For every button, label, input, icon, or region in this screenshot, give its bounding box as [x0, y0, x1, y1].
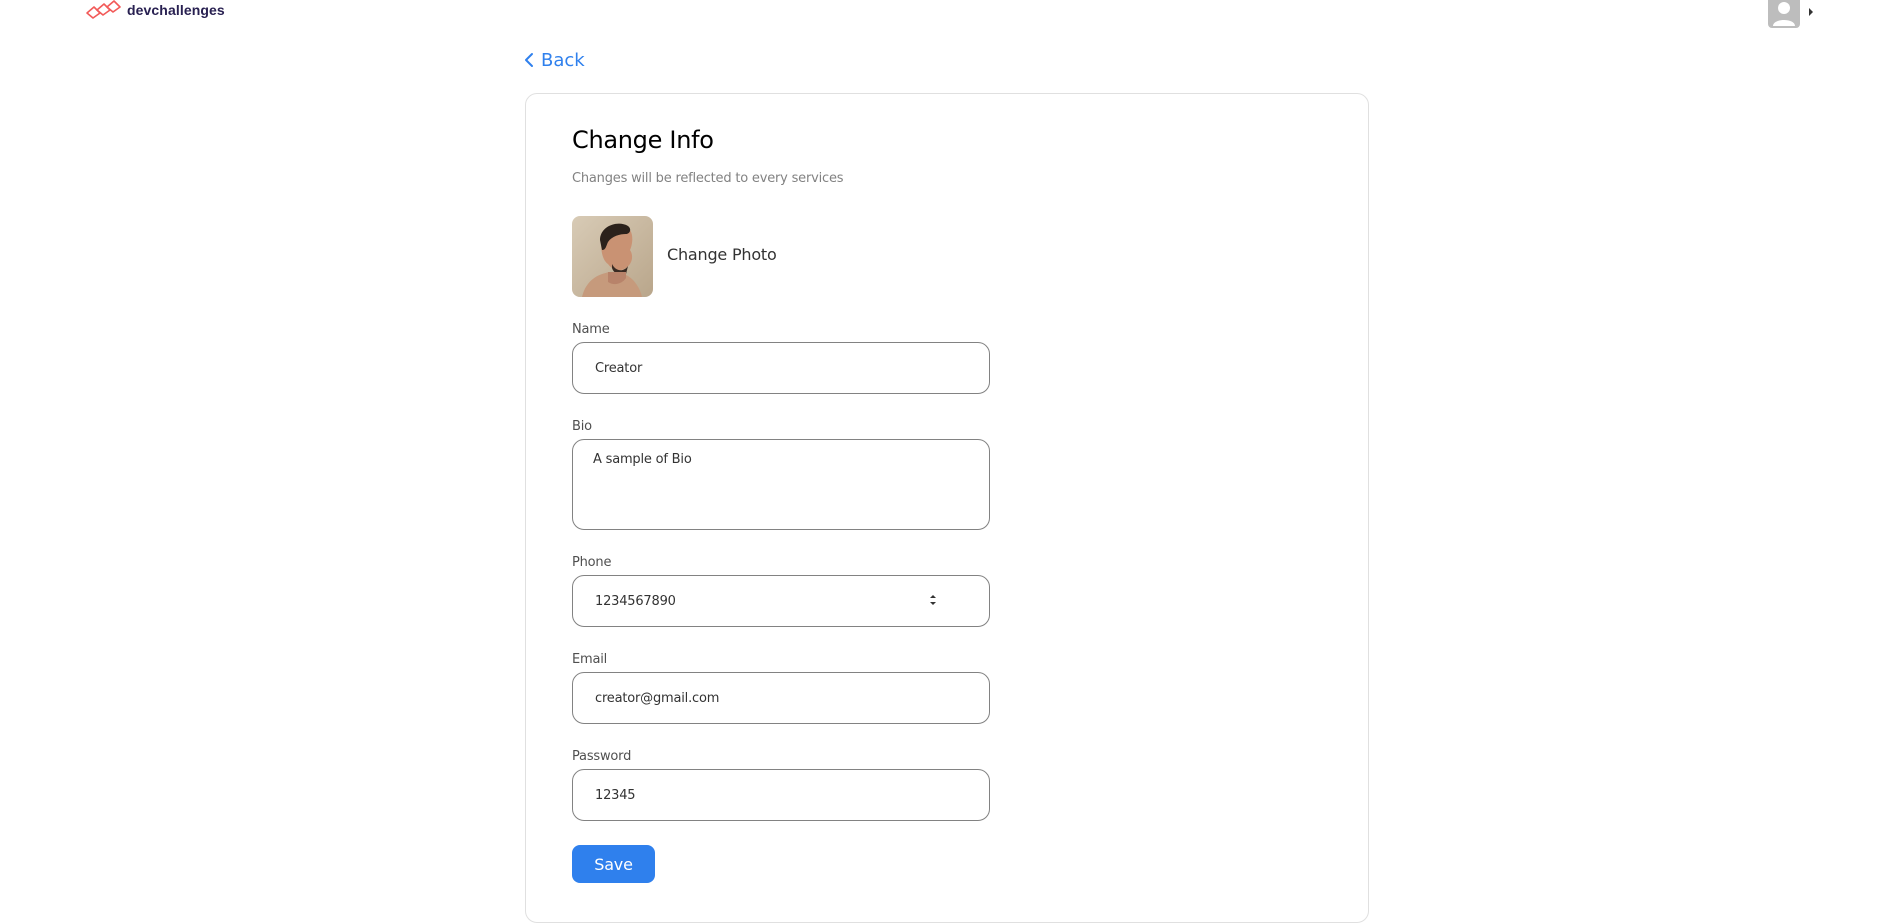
- page-subtitle: Changes will be reflected to every servi…: [572, 171, 844, 186]
- name-label: Name: [572, 322, 610, 337]
- save-button[interactable]: Save: [572, 845, 655, 883]
- number-spinner-icon[interactable]: [928, 593, 938, 607]
- page-title: Change Info: [572, 126, 714, 154]
- bio-textarea[interactable]: A sample of Bio: [572, 439, 990, 530]
- profile-photo-image: [572, 216, 653, 297]
- logo-text: devchallenges: [127, 2, 225, 18]
- devchallenges-logo[interactable]: devchallenges: [85, 0, 225, 20]
- bio-label: Bio: [572, 419, 592, 434]
- user-icon: [1773, 2, 1795, 26]
- profile-photo[interactable]: [572, 216, 653, 297]
- back-link[interactable]: Back: [524, 48, 585, 72]
- password-label: Password: [572, 749, 632, 764]
- phone-label: Phone: [572, 555, 612, 570]
- logo-mark-icon: [86, 0, 121, 19]
- email-input[interactable]: [572, 672, 990, 724]
- email-label: Email: [572, 652, 608, 667]
- change-photo-link[interactable]: Change Photo: [667, 245, 777, 264]
- back-label: Back: [541, 49, 585, 71]
- user-avatar-button[interactable]: [1768, 0, 1800, 28]
- password-input[interactable]: [572, 769, 990, 821]
- name-input[interactable]: [572, 342, 990, 394]
- chevron-left-icon: [525, 53, 533, 67]
- caret-right-icon[interactable]: [1809, 8, 1813, 16]
